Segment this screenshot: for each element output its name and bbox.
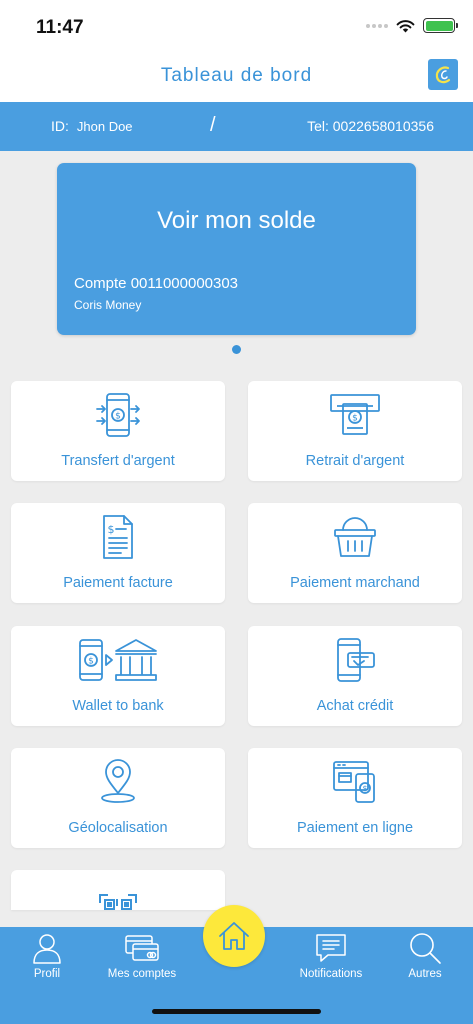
status-bar: 11:47 — [0, 0, 473, 56]
home-button[interactable] — [203, 905, 265, 967]
phone-credit-icon — [248, 636, 462, 684]
account-provider: Coris Money — [74, 298, 142, 312]
tile-label: Paiement facture — [63, 575, 173, 591]
battery-icon — [423, 18, 458, 33]
tab-notifications[interactable]: Notifications — [290, 927, 372, 987]
buy-credit-tile[interactable]: Achat crédit — [248, 626, 462, 726]
svg-text:$: $ — [88, 657, 94, 667]
transfer-money-tile[interactable]: $ Transfert d'argent — [11, 381, 225, 481]
online-payment-icon: $ — [248, 758, 462, 806]
svg-text:$: $ — [362, 784, 367, 793]
accounts-cards-icon — [124, 931, 160, 965]
home-icon — [219, 922, 249, 950]
basket-icon — [248, 513, 462, 561]
info-separator: / — [210, 114, 216, 136]
tile-label: Achat crédit — [316, 698, 394, 714]
tab-label: Mes comptes — [107, 968, 177, 980]
account-number: Compte 0011000000303 — [74, 275, 239, 292]
user-id-label: ID: — [51, 118, 69, 134]
tile-label: Paiement en ligne — [296, 820, 414, 836]
online-payment-tile[interactable]: $ Paiement en ligne — [248, 748, 462, 848]
user-phone: Tel: 0022658010356 — [307, 118, 434, 134]
tile-label: Paiement marchand — [290, 575, 420, 591]
coris-logo-icon[interactable] — [428, 59, 458, 90]
merchant-payment-tile[interactable]: Paiement marchand — [248, 503, 462, 603]
invoice-icon: $ — [11, 513, 225, 561]
wallet-to-bank-icon: $ — [11, 636, 225, 684]
qr-code-tile[interactable] — [11, 870, 225, 910]
page-title: Tableau de bord — [160, 65, 313, 86]
bill-payment-tile[interactable]: $ Paiement facture — [11, 503, 225, 603]
home-indicator[interactable] — [152, 1009, 321, 1014]
search-icon — [408, 931, 442, 965]
tab-mes-comptes[interactable]: Mes comptes — [102, 927, 182, 987]
user-id: ID: Jhon Doe — [51, 118, 133, 134]
svg-text:$: $ — [115, 412, 121, 422]
atm-withdraw-icon: $ — [248, 391, 462, 439]
user-info-bar: ID: Jhon Doe / Tel: 0022658010356 — [0, 102, 473, 151]
tile-label: Géolocalisation — [68, 820, 168, 836]
status-time: 11:47 — [36, 17, 84, 38]
carousel-page-indicator[interactable] — [232, 345, 241, 354]
notification-chat-icon — [314, 931, 348, 965]
tab-label: Autres — [408, 968, 442, 980]
tile-label: Retrait d'argent — [305, 453, 405, 469]
svg-text:$: $ — [352, 414, 358, 424]
wifi-icon — [396, 19, 415, 32]
user-name: Jhon Doe — [76, 119, 133, 134]
user-icon — [31, 931, 63, 965]
tile-label: Transfert d'argent — [61, 453, 175, 469]
withdraw-money-tile[interactable]: $ Retrait d'argent — [248, 381, 462, 481]
tab-label: Notifications — [299, 968, 363, 980]
tab-label: Profil — [33, 968, 61, 980]
svg-text:$: $ — [108, 523, 115, 536]
geolocation-tile[interactable]: Géolocalisation — [11, 748, 225, 848]
view-balance-title[interactable]: Voir mon solde — [57, 207, 416, 235]
phone-transfer-icon: $ — [11, 391, 225, 439]
status-icons — [366, 18, 458, 33]
tab-autres[interactable]: Autres — [395, 927, 455, 987]
location-pin-icon — [11, 758, 225, 806]
tab-profil[interactable]: Profil — [17, 927, 77, 987]
nav-bar: Tableau de bord — [0, 56, 473, 102]
tile-label: Wallet to bank — [72, 698, 164, 714]
qr-code-icon — [11, 880, 225, 910]
balance-card[interactable]: Voir mon solde Compte 0011000000303 Cori… — [57, 163, 416, 335]
cellular-signal-icon — [366, 23, 388, 28]
wallet-to-bank-tile[interactable]: $ Wallet to bank — [11, 626, 225, 726]
